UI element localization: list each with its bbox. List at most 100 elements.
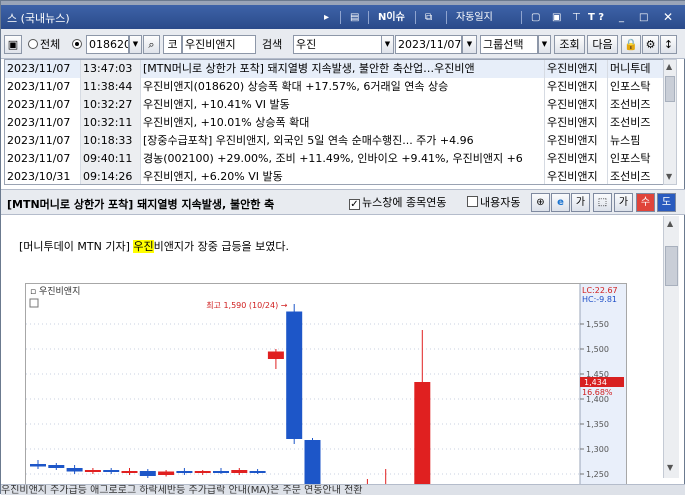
maximize-icon[interactable]: □ [639,10,648,25]
down-icon[interactable]: 도 [657,193,676,212]
chart-title: ▫ 우진비앤지 [30,286,80,297]
article-lead: [머니투데이 MTN 기자] 우진비앤지가 장중 급등을 보였다. [19,238,289,254]
y-tick-label: 1,550 [586,320,609,329]
link-checkbox-label: 뉴스창에 종목연동 [362,196,447,209]
news-date: 2023/11/07 [5,60,81,78]
news-issue-button[interactable]: N이슈 [378,10,405,25]
next-button[interactable]: 다음 [587,35,618,54]
stock-code-input[interactable]: 018620 [86,35,129,54]
menu-icon[interactable]: ▸ [324,10,329,25]
news-list-scrollbar[interactable]: ▲ ▼ [663,59,677,185]
news-stock: 우진비앤지 [545,132,608,150]
scroll-down-icon[interactable]: ▼ [666,172,672,181]
candle-body [194,471,211,473]
news-stock: 우진비앤지 [545,96,608,114]
lead-highlight: 우진 [133,240,154,253]
date-input[interactable]: 2023/11/07 [395,35,462,54]
window-icon[interactable]: ▢ [531,10,540,25]
layout-icon[interactable]: ▣ [4,35,22,54]
radio-all[interactable]: 전체 [28,38,60,51]
divider [446,11,447,24]
news-stock: 우진비앤지 [545,168,608,184]
news-headline: 우진비앤지(018620) 상승폭 확대 +17.57%, 6거래일 연속 상승 [141,78,545,96]
candle-body [121,471,138,473]
radio-on-icon [72,39,82,49]
font-smaller-icon[interactable]: 가 [614,193,633,212]
news-date: 2023/11/07 [5,96,81,114]
scroll-thumb[interactable] [665,246,678,286]
auto-checkbox[interactable]: 내용자동 [467,196,520,209]
chart-settings-icon [29,298,39,308]
edit-icon[interactable]: 수 [636,193,655,212]
search-input[interactable]: 우진 [293,35,382,54]
restore-icon[interactable]: ▣ [552,10,561,25]
news-date: 2023/11/07 [5,114,81,132]
news-row[interactable]: 2023/11/07 13:47:03 [MTN머니로 상한가 포착] 돼지열병 지… [5,60,664,78]
divider [340,11,341,24]
gear-icon[interactable]: ⚙ [642,35,659,54]
query-button[interactable]: 조회 [554,35,585,54]
news-row[interactable]: 2023/10/31 09:14:26 우진비앤지, +6.20% VI 발동 우진비… [5,168,664,184]
group-select[interactable]: 그룹선택 [480,35,538,54]
auto-checkbox-label: 내용자동 [480,196,521,209]
price-chart: ▫ 우진비앤지 1,550 1,500 1,450 1,400 1,350 1,300 1,2… [25,283,627,495]
browser-icon[interactable]: e [551,193,570,212]
candle-body [249,471,266,473]
candle-body [158,471,175,475]
expand-icon[interactable]: ↕ [660,35,677,54]
pin-icon[interactable]: ⊤ [572,10,581,25]
news-stock: 우진비앤지 [545,150,608,168]
news-row[interactable]: 2023/11/07 11:38:44 우진비앤지(018620) 상승폭 확대 +… [5,78,664,96]
auto-log-button[interactable]: 자동일지 [456,10,493,25]
lc-label: LC:22.67 [582,286,618,295]
help-button[interactable]: T ? [588,10,604,25]
scroll-up-icon[interactable]: ▲ [667,219,673,228]
news-source: 인포스탁 [608,78,664,96]
news-date: 2023/11/07 [5,78,81,96]
article-title: [MTN머니로 상한가 포착] 돼지열병 지속발생, 불안한 축 [7,198,275,211]
code-prefix: 코 [163,35,182,54]
article-scrollbar[interactable]: ▲ ▼ [663,216,679,478]
link-icon[interactable]: ⧉ [425,10,432,25]
news-headline: [장중수급포착] 우진비앤지, 외국인 5일 연속 순매수행진... 주가 +4… [141,132,545,150]
news-headline: 우진비앤지, +10.01% 상승폭 확대 [141,114,545,132]
divider [368,11,369,24]
news-row[interactable]: 2023/11/07 10:18:33 [장중수급포착] 우진비앤지, 외국인 5일… [5,132,664,150]
radio-code[interactable] [72,38,84,51]
news-row[interactable]: 2023/11/07 10:32:11 우진비앤지, +10.01% 상승폭 확대 우… [5,114,664,132]
y-tick-label: 1,300 [586,445,609,454]
window-title: 스 (국내뉴스) [7,12,70,25]
minimize-icon[interactable]: _ [619,10,624,25]
news-date: 2023/11/07 [5,132,81,150]
news-row[interactable]: 2023/11/07 10:32:27 우진비앤지, +10.41% VI 발동 우진… [5,96,664,114]
search-dropdown-icon[interactable]: ▼ [381,35,394,54]
news-row[interactable]: 2023/11/07 09:40:11 경농(002100) +29.00%, 조비… [5,150,664,168]
stock-name-field[interactable]: 우진비앤지 [182,35,256,54]
scroll-thumb[interactable] [665,76,675,102]
scroll-down-icon[interactable]: ▼ [667,463,673,472]
y-tick-label: 1,250 [586,470,609,479]
close-icon[interactable]: ✕ [663,10,673,25]
candle-body [213,471,229,473]
scroll-up-icon[interactable]: ▲ [666,62,672,71]
news-source: 머니투데 [608,60,664,78]
font-larger-icon[interactable]: 가 [571,193,590,212]
search-icon[interactable]: ⌕ [143,35,160,54]
high-annotation: 최고 1,590 (10/24) → [206,300,288,310]
zoom-icon[interactable]: ⊕ [531,193,550,212]
lock-icon[interactable]: 🔒 [621,35,641,54]
news-headline: 우진비앤지, +10.41% VI 발동 [141,96,545,114]
news-time: 09:40:11 [81,150,141,168]
fit-icon[interactable]: ⬚ [593,193,612,212]
calendar-dropdown-icon[interactable]: ▼ [462,35,477,54]
candle-body [30,464,46,467]
group-dropdown-icon[interactable]: ▼ [538,35,551,54]
list-icon[interactable]: ▤ [350,10,359,25]
news-headline: 경농(002100) +29.00%, 조비 +11.49%, 인바이오 +9.… [141,150,545,168]
news-headline: 우진비앤지, +6.20% VI 발동 [141,168,545,184]
radio-all-label: 전체 [40,38,61,51]
news-stock: 우진비앤지 [545,114,608,132]
link-checkbox[interactable]: ✓ 뉴스창에 종목연동 [349,196,446,210]
code-dropdown-icon[interactable]: ▼ [129,35,142,54]
title-bar: 스 (국내뉴스) ▸ ▤ N이슈 ⧉ 자동일지 ▢ ▣ ⊤ T ? _ □ ✕ [1,5,685,29]
